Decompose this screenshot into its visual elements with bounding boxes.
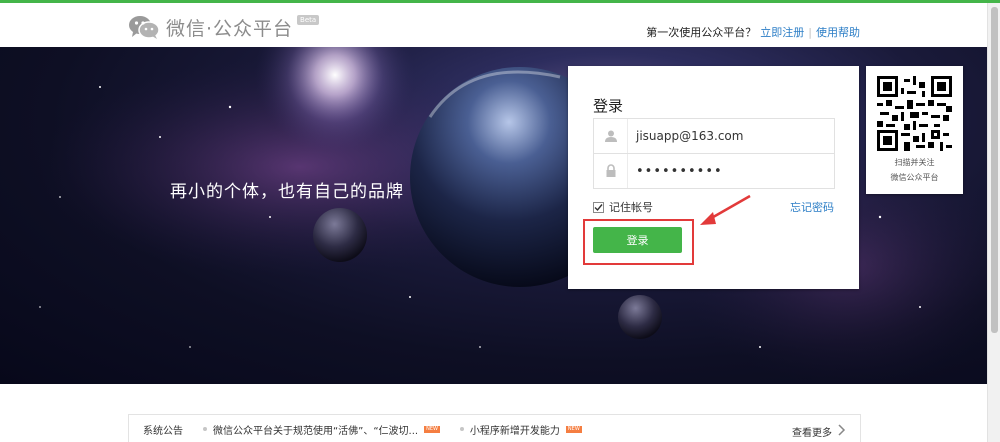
- password-value[interactable]: ••••••••••: [636, 164, 723, 179]
- remember-account[interactable]: 记住帐号: [593, 199, 653, 215]
- header-links: 第一次使用公众平台？ 立即注册 | 使用帮助: [646, 24, 860, 40]
- user-icon: [594, 119, 628, 153]
- qr-caption-line1: 扫描并关注: [894, 158, 935, 167]
- first-time-question: 第一次使用公众平台？: [646, 26, 757, 39]
- system-notice-bar: 系统公告 微信公众平台关于规范使用“活佛”、“仁波切... NEW 小程序新增开…: [128, 414, 861, 442]
- remember-label: 记住帐号: [609, 201, 653, 214]
- bullet-dot: [203, 427, 207, 431]
- hero-slogan: 再小的个体，也有自己的品牌: [170, 182, 404, 202]
- new-badge: NEW: [424, 425, 440, 433]
- checkbox-check-icon: [594, 203, 603, 211]
- header: 微信·公众平台 Beta 第一次使用公众平台？ 立即注册 | 使用帮助: [0, 3, 1000, 47]
- scrollbar[interactable]: [987, 3, 1000, 442]
- username-field[interactable]: jisuapp@163.com: [593, 118, 835, 154]
- qr-code: [877, 76, 952, 151]
- view-more-link[interactable]: 查看更多: [792, 424, 832, 439]
- notice-item-text[interactable]: 小程序新增开发能力: [470, 422, 560, 437]
- login-title: 登录: [593, 97, 624, 115]
- qr-panel: 扫描并关注 微信公众平台: [866, 66, 963, 194]
- qr-caption-line2: 微信公众平台: [890, 173, 939, 182]
- bullet-dot: [459, 427, 464, 431]
- logo-text: 微信·公众平台: [166, 17, 294, 40]
- page: 微信·公众平台 Beta 第一次使用公众平台？ 立即注册 | 使用帮助 再小的个…: [0, 0, 1000, 442]
- notice-item[interactable]: 小程序新增开发能力 NEW: [459, 422, 582, 437]
- chevron-right-icon[interactable]: [838, 424, 846, 436]
- username-value[interactable]: jisuapp@163.com: [636, 129, 743, 143]
- scrollbar-thumb[interactable]: [991, 7, 998, 333]
- notice-item[interactable]: 微信公众平台关于规范使用“活佛”、“仁波切... NEW: [203, 422, 440, 437]
- register-link[interactable]: 立即注册: [760, 24, 804, 40]
- annotation-highlight-box: [583, 219, 694, 265]
- lock-icon: [594, 154, 628, 188]
- new-badge: NEW: [565, 425, 582, 433]
- notice-item-text[interactable]: 微信公众平台关于规范使用“活佛”、“仁波切...: [213, 422, 418, 437]
- password-field[interactable]: ••••••••••: [593, 153, 835, 189]
- logo[interactable]: 微信·公众平台 Beta: [128, 12, 320, 42]
- forgot-password-link[interactable]: 忘记密码: [790, 199, 834, 215]
- remember-checkbox[interactable]: [593, 201, 604, 213]
- notice-title: 系统公告: [143, 425, 183, 437]
- help-link[interactable]: 使用帮助: [816, 24, 860, 40]
- beta-badge: Beta: [297, 15, 320, 25]
- red-arrow-icon: [700, 194, 751, 225]
- wechat-logo-icon: [128, 14, 160, 40]
- header-separator: |: [808, 25, 812, 39]
